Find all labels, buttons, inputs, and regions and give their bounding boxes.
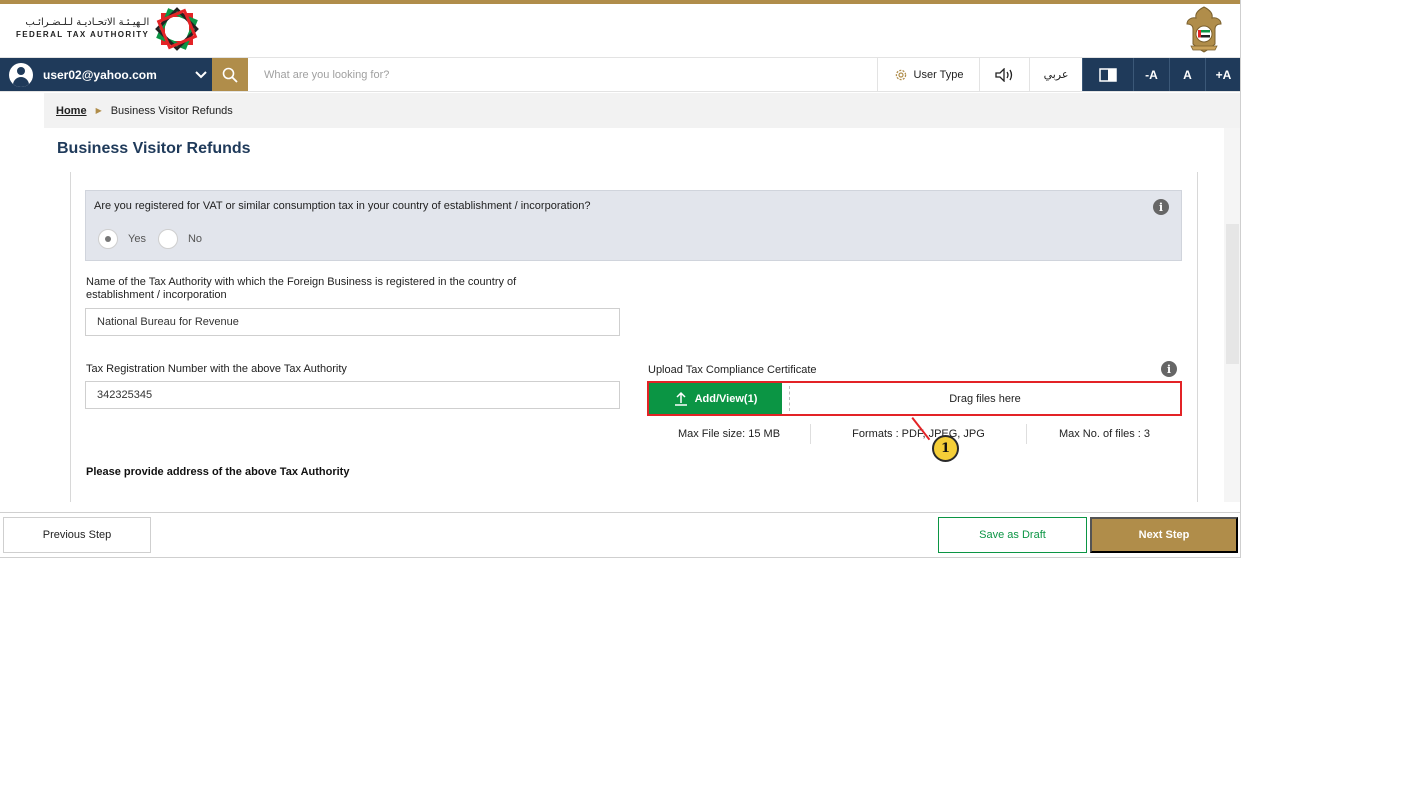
upload-icon <box>674 391 687 406</box>
logo-english-text: FEDERAL TAX AUTHORITY <box>16 30 150 39</box>
app-window: الـهيـئـة الاتحـاديـة لـلـضـرائـب FEDERA… <box>0 0 1241 558</box>
upload-info-icon[interactable]: i <box>1161 361 1177 377</box>
read-aloud-button[interactable] <box>979 58 1029 91</box>
font-decrease-button[interactable]: -A <box>1133 58 1169 91</box>
fta-logo[interactable]: الـهيـئـة الاتحـاديـة لـلـضـرائـب FEDERA… <box>16 7 200 51</box>
vat-question-box: Are you registered for VAT or similar co… <box>85 190 1182 261</box>
search-icon <box>222 67 238 83</box>
radio-yes-label: Yes <box>128 233 146 245</box>
search-button[interactable] <box>212 58 248 91</box>
contrast-icon <box>1099 67 1117 82</box>
drag-files-area[interactable]: Drag files here <box>790 383 1180 414</box>
contrast-toggle-button[interactable] <box>1082 58 1133 91</box>
previous-step-button[interactable]: Previous Step <box>3 517 151 553</box>
add-view-files-label: Add/View(1) <box>694 392 758 405</box>
user-avatar-icon <box>9 62 33 87</box>
user-account-menu[interactable]: user02@yahoo.com <box>0 58 212 91</box>
user-type-button[interactable]: User Type <box>877 58 979 91</box>
scrollbar-thumb[interactable] <box>1226 224 1239 364</box>
vat-radio-group: Yes No <box>98 229 202 249</box>
top-toolbar: user02@yahoo.com User Type عربي -A A +A <box>0 57 1240 92</box>
breadcrumb: Home ▶ Business Visitor Refunds <box>44 93 1240 128</box>
tax-authority-name-input[interactable] <box>85 308 620 336</box>
chevron-down-icon[interactable] <box>190 68 212 82</box>
logo-arabic-text: الـهيـئـة الاتحـاديـة لـلـضـرائـب <box>25 17 150 28</box>
annotation-marker: 1 <box>932 435 959 462</box>
speaker-icon <box>994 67 1012 82</box>
font-increase-button[interactable]: +A <box>1205 58 1240 91</box>
breadcrumb-home-link[interactable]: Home <box>56 105 87 117</box>
upload-dropzone[interactable]: Add/View(1) Drag files here <box>647 381 1182 416</box>
breadcrumb-current: Business Visitor Refunds <box>110 104 233 117</box>
top-accent-strip <box>0 0 1240 4</box>
tax-registration-number-input[interactable] <box>85 381 620 409</box>
font-reset-button[interactable]: A <box>1169 58 1205 91</box>
upload-certificate-label: Upload Tax Compliance Certificate <box>648 364 817 376</box>
save-as-draft-button[interactable]: Save as Draft <box>938 517 1087 553</box>
page-title: Business Visitor Refunds <box>57 140 251 157</box>
user-email: user02@yahoo.com <box>43 67 157 82</box>
max-files-text: Max No. of files : 3 <box>1026 424 1182 444</box>
radio-yes[interactable] <box>98 229 118 249</box>
max-file-size-text: Max File size: 15 MB <box>677 428 781 440</box>
tax-registration-number-label: Tax Registration Number with the above T… <box>86 363 347 375</box>
breadcrumb-separator-icon: ▶ <box>95 106 102 115</box>
search-input[interactable] <box>248 58 877 91</box>
fta-logo-mark-icon <box>155 7 200 51</box>
user-type-label: User Type <box>913 68 964 81</box>
tax-authority-name-label: Name of the Tax Authority with which the… <box>86 276 517 301</box>
gear-icon <box>895 69 906 80</box>
radio-no-label: No <box>187 233 203 245</box>
address-section-heading: Please provide address of the above Tax … <box>86 466 350 478</box>
upload-constraints: Max File size: 15 MB Formats : PDF, JPEG… <box>648 424 1182 444</box>
language-switch-button[interactable]: عربي <box>1029 58 1082 91</box>
info-icon[interactable]: i <box>1153 199 1169 215</box>
add-view-files-button[interactable]: Add/View(1) <box>649 383 782 414</box>
logo-text: الـهيـئـة الاتحـاديـة لـلـضـرائـب FEDERA… <box>16 17 149 41</box>
footer-action-bar: Previous Step Save as Draft Next Step <box>0 512 1240 557</box>
uae-emblem-icon <box>1186 6 1222 53</box>
radio-no[interactable] <box>157 229 178 249</box>
vat-question-text: Are you registered for VAT or similar co… <box>94 200 591 212</box>
next-step-button[interactable]: Next Step <box>1090 517 1238 553</box>
